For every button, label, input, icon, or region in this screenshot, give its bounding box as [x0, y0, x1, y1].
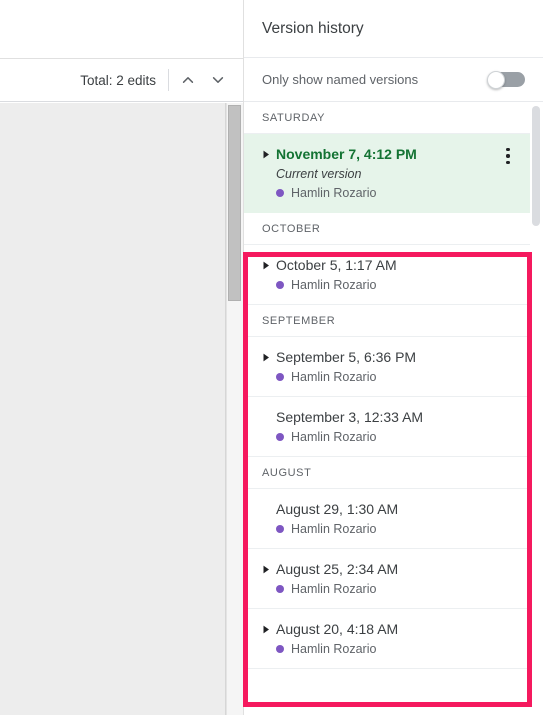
- version-row[interactable]: August 29, 1:30 AM Hamlin Rozario: [244, 489, 543, 549]
- document-canvas: [0, 103, 243, 715]
- next-edit-button[interactable]: [203, 65, 233, 95]
- author-color-dot: [276, 281, 284, 289]
- chevron-down-icon: [210, 72, 226, 88]
- version-timestamp: October 5, 1:17 AM: [276, 257, 397, 273]
- edit-navigation-bar: Total: 2 edits: [0, 59, 243, 102]
- expand-triangle-icon[interactable]: [262, 560, 276, 574]
- version-author: Hamlin Rozario: [276, 642, 543, 656]
- expand-triangle-icon[interactable]: [262, 256, 276, 270]
- version-timestamp: September 5, 6:36 PM: [276, 349, 417, 365]
- version-row[interactable]: September 5, 6:36 PM Hamlin Rozario: [244, 337, 543, 397]
- author-color-dot: [276, 585, 284, 593]
- previous-edit-button[interactable]: [173, 65, 203, 95]
- expand-triangle-icon[interactable]: [262, 620, 276, 634]
- named-versions-toggle[interactable]: [487, 71, 525, 89]
- version-row[interactable]: August 20, 4:18 AM Hamlin Rozario: [244, 609, 543, 669]
- author-color-dot: [276, 189, 284, 197]
- expand-triangle-icon: [262, 408, 276, 413]
- edit-count-label: Total: 2 edits: [80, 72, 156, 88]
- panel-title: Version history: [262, 19, 364, 37]
- month-heading: AUGUST: [244, 457, 543, 489]
- version-timestamp: August 20, 4:18 AM: [276, 621, 399, 637]
- chevron-up-icon: [180, 72, 196, 88]
- version-row-current[interactable]: November 7, 4:12 PM Current version Hamlin…: [244, 134, 543, 213]
- named-versions-label: Only show named versions: [262, 72, 419, 87]
- panel-scrollbar-thumb[interactable]: [532, 106, 540, 226]
- named-versions-row[interactable]: Only show named versions: [244, 58, 543, 102]
- month-heading: SEPTEMBER: [244, 305, 543, 337]
- author-color-dot: [276, 433, 284, 441]
- panel-header: Version history: [244, 0, 543, 58]
- document-page: [0, 103, 226, 715]
- author-color-dot: [276, 373, 284, 381]
- author-name: Hamlin Rozario: [291, 186, 377, 200]
- document-scrollbar-thumb[interactable]: [228, 105, 241, 301]
- version-row[interactable]: September 3, 12:33 AM Hamlin Rozario: [244, 397, 543, 457]
- expand-triangle-icon: [262, 500, 276, 505]
- version-timestamp: August 25, 2:34 AM: [276, 561, 399, 577]
- author-name: Hamlin Rozario: [291, 642, 377, 656]
- toggle-knob: [487, 71, 505, 89]
- expand-triangle-icon[interactable]: [262, 348, 276, 362]
- month-heading: SATURDAY: [244, 102, 543, 134]
- author-name: Hamlin Rozario: [291, 430, 377, 444]
- version-author: Hamlin Rozario: [276, 522, 543, 536]
- author-name: Hamlin Rozario: [291, 522, 377, 536]
- version-timestamp: August 29, 1:30 AM: [276, 501, 399, 517]
- version-author: Hamlin Rozario: [276, 370, 543, 384]
- author-color-dot: [276, 645, 284, 653]
- expand-triangle-icon[interactable]: [262, 145, 276, 159]
- version-author: Hamlin Rozario: [276, 186, 543, 200]
- version-subtitle: Current version: [276, 167, 362, 181]
- version-row[interactable]: October 5, 1:17 AM Hamlin Rozario: [244, 245, 543, 305]
- version-author: Hamlin Rozario: [276, 430, 543, 444]
- month-heading: OCTOBER: [244, 213, 543, 245]
- toolbar-divider: [168, 69, 169, 91]
- document-region: Total: 2 edits: [0, 0, 243, 715]
- author-name: Hamlin Rozario: [291, 278, 377, 292]
- version-history-panel: Version history Only show named versions…: [243, 0, 543, 715]
- document-toolbar: [0, 0, 243, 59]
- author-name: Hamlin Rozario: [291, 582, 377, 596]
- version-list[interactable]: SATURDAY November 7, 4:12 PM Current versi…: [244, 102, 543, 714]
- author-color-dot: [276, 525, 284, 533]
- version-author: Hamlin Rozario: [276, 278, 543, 292]
- version-row[interactable]: August 25, 2:34 AM Hamlin Rozario: [244, 549, 543, 609]
- version-author: Hamlin Rozario: [276, 582, 543, 596]
- version-timestamp: September 3, 12:33 AM: [276, 409, 424, 425]
- more-options-icon[interactable]: [499, 146, 517, 166]
- author-name: Hamlin Rozario: [291, 370, 377, 384]
